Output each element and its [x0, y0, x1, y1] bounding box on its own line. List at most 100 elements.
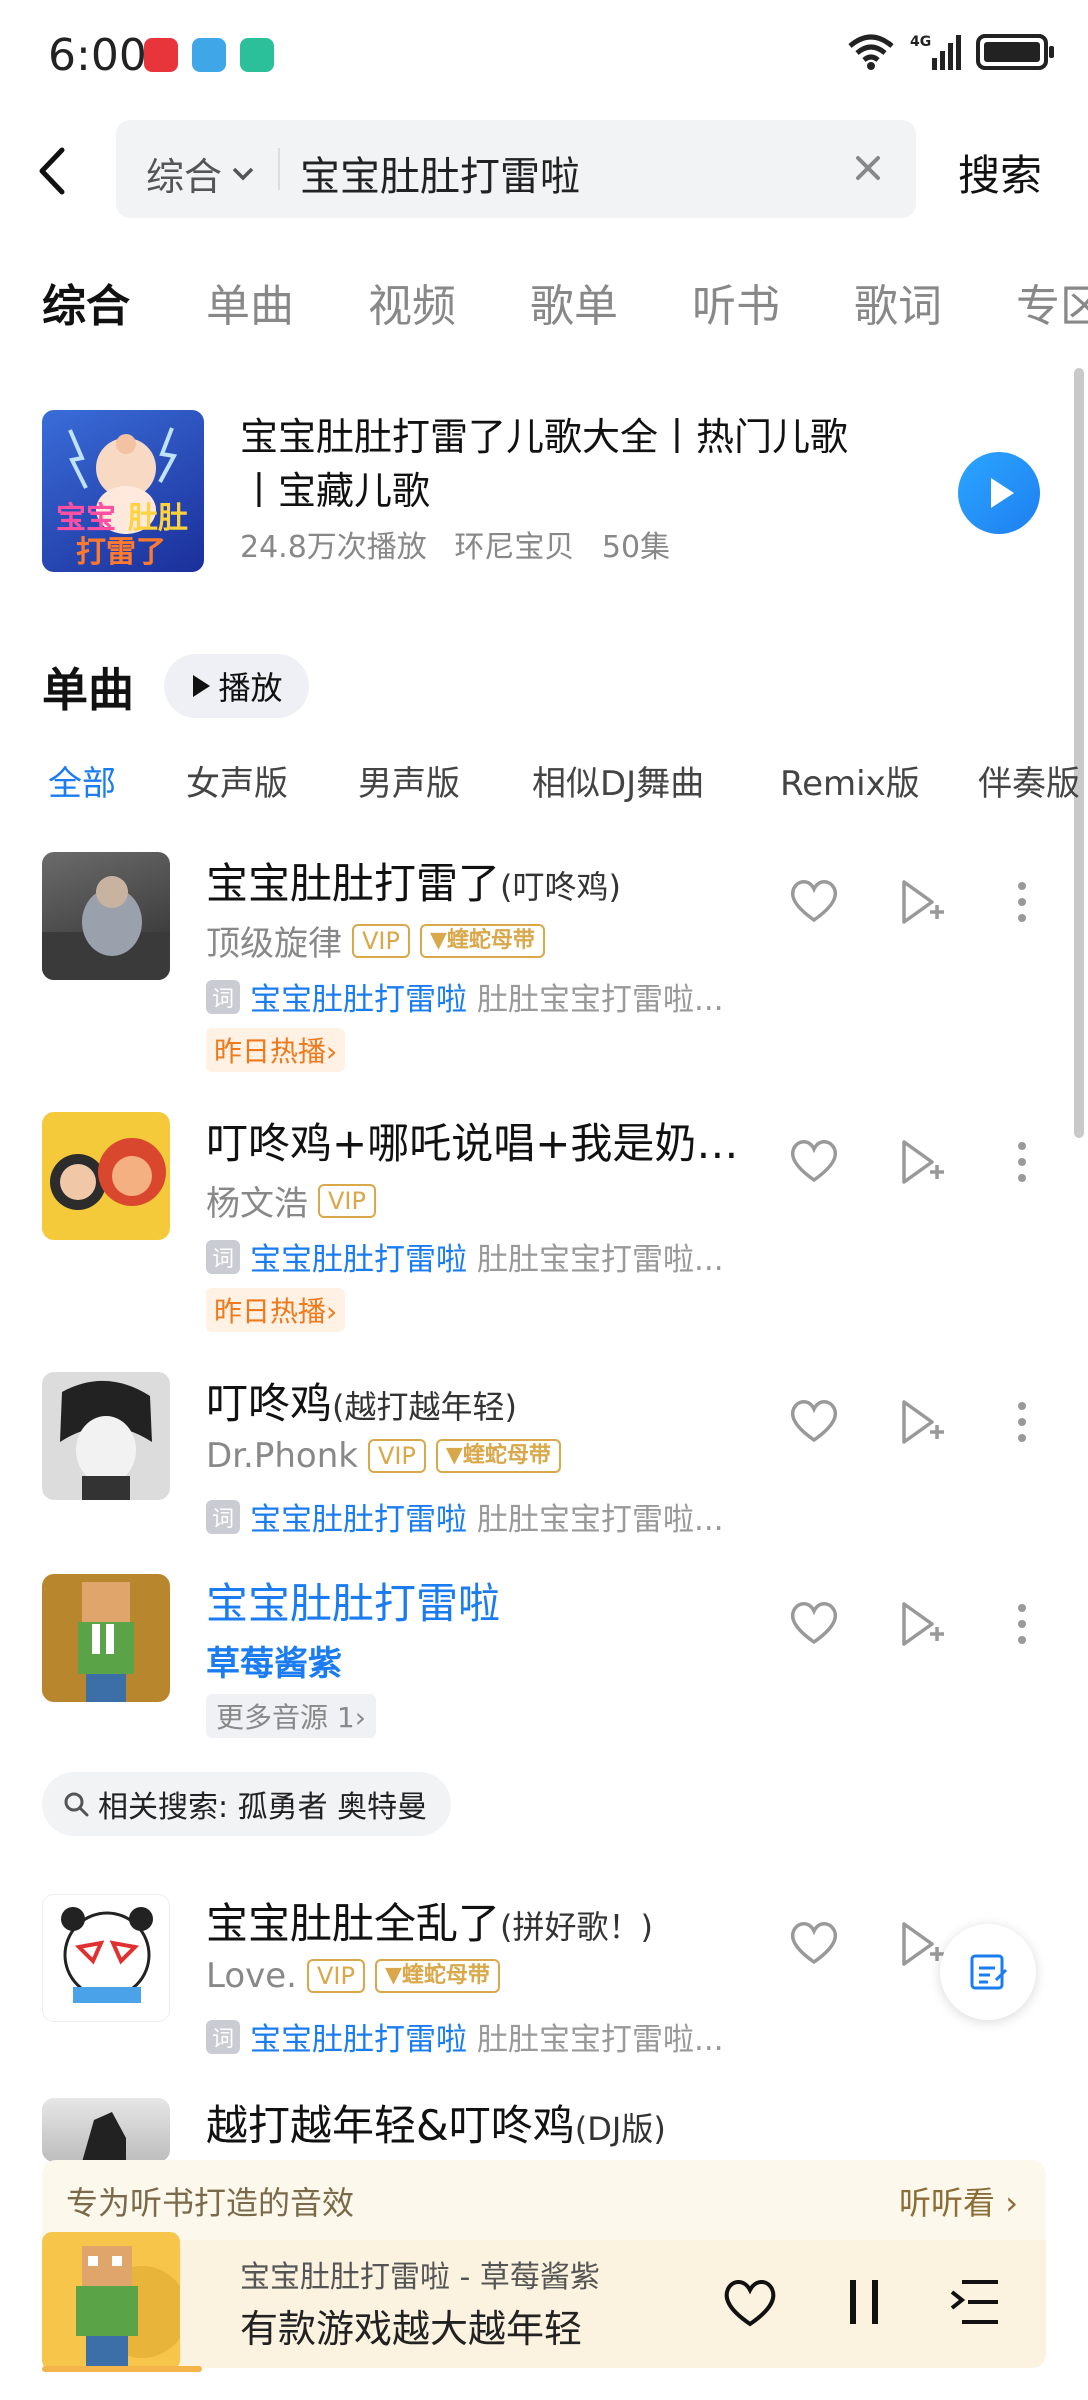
song-row[interactable]: 宝宝肚肚打雷了(叮咚鸡) 顶级旋律 VIP ▼蝰蛇母带 词 宝宝肚肚打雷啦 肚肚… [0, 850, 1088, 1090]
player-lyric: 有款游戏越大越年轻 [240, 2307, 583, 2351]
song-lyric-line: 词 宝宝肚肚打雷啦 肚肚宝宝打雷啦... [206, 1494, 724, 1539]
play-all-button[interactable]: 播放 [164, 654, 309, 718]
song-title-main: 宝宝肚肚全乱了 [206, 1899, 501, 1948]
more-icon[interactable] [992, 1132, 1052, 1192]
lyric-rest: 肚肚宝宝打雷啦... [477, 1242, 724, 1278]
mini-player[interactable]: 宝宝肚肚打雷啦 - 草莓酱紫 有款游戏越大越年轻 [42, 2232, 1046, 2370]
hot-tag[interactable]: 昨日热播› [206, 1288, 346, 1332]
back-icon[interactable] [30, 144, 80, 198]
result-tabs: 综合 单曲 视频 歌单 听书 歌词 专区 [0, 262, 1088, 342]
hot-tag[interactable]: 昨日热播› [206, 1028, 346, 1072]
add-to-playlist-icon[interactable] [890, 1132, 950, 1192]
album-cover: 宝宝 肚肚 打雷了 [42, 410, 204, 572]
album-play-button[interactable] [958, 452, 1040, 534]
more-icon[interactable] [992, 1594, 1052, 1654]
status-time: 6:00 [48, 30, 147, 81]
tab-lyrics[interactable]: 歌词 [854, 270, 942, 334]
song-lyric-line: 词 宝宝肚肚打雷啦 肚肚宝宝打雷啦... [206, 2014, 724, 2059]
heart-icon[interactable] [784, 870, 844, 930]
more-icon[interactable] [992, 1392, 1052, 1452]
heart-icon[interactable] [718, 2270, 782, 2334]
heart-icon[interactable] [784, 1592, 844, 1652]
clear-icon[interactable] [848, 148, 888, 188]
song-cover [42, 852, 170, 980]
song-artist[interactable]: 杨文浩 [206, 1176, 308, 1225]
filter-remix[interactable]: Remix版 [780, 756, 920, 805]
heart-icon[interactable] [784, 1390, 844, 1450]
song-artist[interactable]: 顶级旋律 [206, 916, 342, 965]
filter-female[interactable]: 女声版 [186, 756, 288, 805]
filter-male[interactable]: 男声版 [358, 756, 460, 805]
add-to-playlist-icon[interactable] [890, 1594, 950, 1654]
song-artist[interactable]: Dr.Phonk [206, 1436, 358, 1476]
search-box[interactable]: 综合 宝宝肚肚打雷啦 [116, 120, 916, 218]
song-title: 宝宝肚肚全乱了(拼好歌！) [206, 1890, 653, 1951]
quality-badge: ▼蝰蛇母带 [435, 1439, 561, 1473]
lyric-tag: 词 [206, 979, 240, 1014]
song-title-main: 越打越年轻&叮咚鸡 [206, 2101, 575, 2150]
more-icon[interactable] [992, 872, 1052, 932]
search-scope-dropdown[interactable]: 综合 [146, 146, 256, 201]
song-subtitle: (拼好歌！) [500, 1908, 653, 1946]
tab-zone[interactable]: 专区 [1016, 270, 1088, 334]
lyric-highlight: 宝宝肚肚打雷啦 [250, 1242, 467, 1278]
tab-all[interactable]: 综合 [42, 270, 130, 334]
player-cover[interactable] [42, 2232, 180, 2370]
related-search-chip[interactable]: 相关搜索: 孤勇者 奥特曼 [42, 1772, 452, 1836]
search-scope-label: 综合 [146, 155, 223, 199]
play-all-label: 播放 [218, 669, 283, 707]
song-row[interactable]: 越打越年轻&叮咚鸡(DJ版) [0, 2092, 1088, 2162]
song-row[interactable]: 叮咚鸡+哪吒说唱+我是奶龙... 杨文浩 VIP 词 宝宝肚肚打雷啦 肚肚宝宝打… [0, 1110, 1088, 1350]
song-subtitle: (叮咚鸡) [500, 868, 621, 906]
song-lyric-line: 词 宝宝肚肚打雷啦 肚肚宝宝打雷啦... [206, 1234, 724, 1279]
more-sources-button[interactable]: 更多音源 1› [206, 1694, 376, 1738]
floating-feedback-button[interactable] [940, 1924, 1036, 2020]
heart-icon[interactable] [784, 1912, 844, 1972]
quality-badge: ▼蝰蛇母带 [419, 923, 545, 958]
svg-text:4G: 4G [910, 34, 931, 50]
search-header: 综合 宝宝肚肚打雷啦 搜索 [0, 118, 1088, 224]
lyric-highlight: 宝宝肚肚打雷啦 [250, 982, 467, 1018]
edit-icon [970, 1954, 1008, 1990]
filter-dj[interactable]: 相似DJ舞曲 [532, 756, 704, 805]
svg-text:宝宝: 宝宝 [56, 501, 116, 536]
song-artist[interactable]: Love. [206, 1956, 297, 1996]
scope-divider [278, 148, 280, 190]
search-button[interactable]: 搜索 [958, 142, 1042, 203]
filter-all[interactable]: 全部 [48, 756, 116, 805]
song-row[interactable]: 叮咚鸡(越打越年轻) Dr.Phonk VIP ▼蝰蛇母带 词 宝宝肚肚打雷啦 … [0, 1370, 1088, 1550]
vip-badge: VIP [307, 1959, 365, 1993]
play-icon [991, 478, 1014, 508]
tab-audiobook[interactable]: 听书 [692, 270, 780, 334]
album-title: 宝宝肚肚打雷了儿歌大全丨热门儿歌丨宝藏儿歌 [240, 415, 849, 513]
singles-section-title: 单曲 [42, 663, 134, 717]
tab-singles[interactable]: 单曲 [206, 270, 294, 334]
song-row-playing[interactable]: 宝宝肚肚打雷啦 草莓酱紫 更多音源 1› [0, 1570, 1088, 1750]
add-to-playlist-icon[interactable] [890, 1392, 950, 1452]
song-artist[interactable]: 草莓酱紫 [206, 1636, 342, 1685]
notification-app-icon [192, 38, 226, 72]
vip-badge: VIP [367, 1439, 426, 1473]
song-title: 叮咚鸡+哪吒说唱+我是奶龙... [206, 1110, 766, 1171]
playlist-icon[interactable] [946, 2270, 1010, 2334]
filter-accompaniment[interactable]: 伴奏版 [978, 756, 1080, 805]
album-card[interactable]: 宝宝 肚肚 打雷了 宝宝肚肚打雷了儿歌大全丨热门儿歌丨宝藏儿歌 24.8万次播放… [42, 410, 1042, 575]
song-row[interactable]: 宝宝肚肚全乱了(拼好歌！) Love. VIP ▼蝰蛇母带 词 宝宝肚肚打雷啦 … [0, 1890, 1088, 2070]
tab-playlist[interactable]: 歌单 [530, 270, 618, 334]
tab-video[interactable]: 视频 [368, 270, 456, 334]
song-lyric-line: 词 宝宝肚肚打雷啦 肚肚宝宝打雷啦... [206, 974, 724, 1019]
lyric-rest: 肚肚宝宝打雷啦... [477, 1502, 724, 1538]
wifi-icon [848, 34, 894, 70]
lyric-tag: 词 [206, 1239, 240, 1274]
lyric-highlight: 宝宝肚肚打雷啦 [250, 2022, 467, 2058]
heart-icon[interactable] [784, 1130, 844, 1190]
add-to-playlist-icon[interactable] [890, 872, 950, 932]
album-plays: 24.8万次播放 [240, 530, 427, 565]
audio-effect-banner[interactable]: 专为听书打造的音效 听听看 › [42, 2160, 1046, 2240]
search-input[interactable]: 宝宝肚肚打雷啦 [300, 144, 580, 202]
lyric-rest: 肚肚宝宝打雷啦... [477, 2022, 724, 2058]
banner-link[interactable]: 听听看 › [899, 2178, 1018, 2224]
quality-badge: ▼蝰蛇母带 [374, 1959, 500, 1993]
song-subtitle: (越打越年轻) [332, 1388, 517, 1426]
pause-icon[interactable] [832, 2270, 896, 2334]
